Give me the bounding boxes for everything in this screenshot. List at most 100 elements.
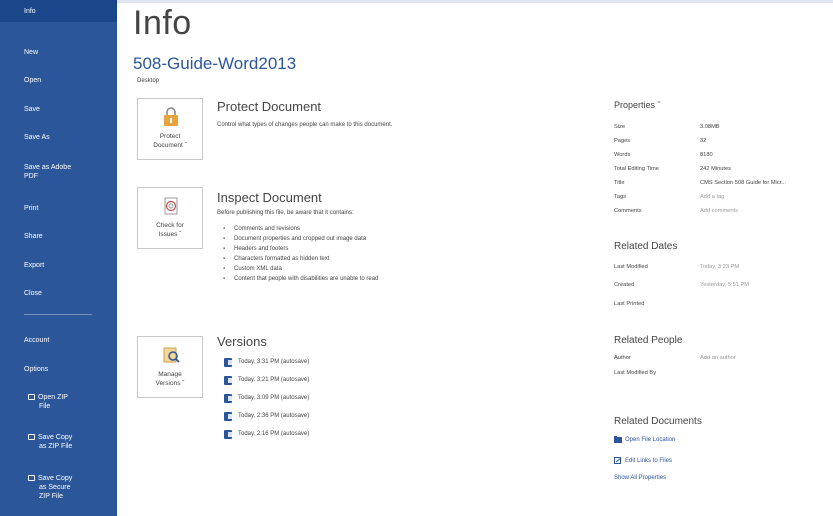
- prop-key: Size: [614, 124, 626, 130]
- version-label: Today, 3:21 PM (autosave): [238, 377, 310, 383]
- nav-save-as[interactable]: Save As: [0, 133, 117, 142]
- word-doc-icon: [224, 429, 232, 439]
- page-title: Info: [133, 4, 192, 42]
- prop-key: Comments: [614, 208, 642, 214]
- prop-key: Last Modified: [614, 264, 648, 270]
- prop-value: Today, 3:23 PM: [700, 264, 740, 270]
- prop-value: 8180: [700, 152, 713, 158]
- nav-save-copy-secure-label: Save Copy: [38, 475, 73, 482]
- nav-export[interactable]: Export: [0, 261, 117, 270]
- edit-links-label: Edit Links to Files: [625, 457, 673, 464]
- nav-print-label: Print: [24, 205, 39, 212]
- versions-tile-label-1: Manage: [158, 371, 182, 378]
- manage-versions-icon: [163, 347, 180, 363]
- nav-save[interactable]: Save: [0, 105, 117, 114]
- nav-share[interactable]: Share: [0, 232, 117, 241]
- inspect-bullet: Custom XML data: [223, 264, 378, 274]
- nav-options[interactable]: Options: [0, 365, 117, 374]
- open-file-location-label: Open File Location: [625, 436, 676, 443]
- version-item[interactable]: Today, 3:09 PM (autosave): [224, 389, 309, 407]
- nav-open-zip-file[interactable]: Open ZIP File: [0, 393, 117, 411]
- prop-size: Size 3.08MB: [614, 124, 833, 134]
- word-doc-icon: [224, 411, 232, 421]
- open-file-location-link[interactable]: Open File Location: [614, 436, 675, 443]
- check-for-issues-button[interactable]: Check for Issues ˇ: [137, 187, 203, 249]
- properties-dropdown[interactable]: Properties ˇ: [614, 100, 661, 110]
- nav-new-label: New: [24, 49, 39, 56]
- nav-account[interactable]: Account: [0, 336, 117, 345]
- inspect-bullet: Content that people with disabilities ar…: [223, 274, 378, 284]
- nav-save-as-adobe-pdf[interactable]: Save as Adobe PDF: [0, 163, 117, 181]
- nav-close-label: Close: [24, 290, 42, 297]
- nav-open[interactable]: Open: [0, 76, 117, 85]
- related-documents-title: Related Documents: [614, 416, 702, 427]
- inspect-bullet: Comments and revisions: [223, 224, 378, 234]
- prop-last-printed: Last Printed: [614, 301, 833, 311]
- nav-open-zip-label: Open ZIP: [38, 394, 68, 401]
- prop-key: Created: [614, 282, 635, 288]
- nav-print[interactable]: Print: [0, 204, 117, 213]
- version-label: Today, 2:36 PM (autosave): [238, 413, 310, 419]
- prop-key: Last Modified By: [614, 370, 657, 376]
- nav-open-label: Open: [24, 77, 42, 84]
- nav-info-label: Info: [24, 7, 36, 15]
- protect-tile-label-1: Protect: [159, 133, 181, 140]
- prop-value: 242 Minutes: [700, 166, 731, 172]
- nav-save-copy-zip-label-2: as ZIP File: [39, 443, 73, 450]
- top-border: [117, 0, 833, 3]
- link-file-icon: [614, 457, 622, 464]
- secure-zip-icon: [28, 475, 35, 482]
- add-author-field[interactable]: Add an author: [700, 355, 736, 361]
- inspect-bullet: Headers and footers: [223, 244, 378, 254]
- inspect-document-icon: [164, 197, 178, 215]
- nav-info[interactable]: Info: [0, 0, 117, 22]
- nav-share-label: Share: [24, 233, 43, 240]
- prop-editing-time: Total Editing Time 242 Minutes: [614, 166, 833, 176]
- nav-save-copy-secure-zip[interactable]: Save Copy as Secure ZIP File: [0, 474, 117, 501]
- version-item[interactable]: Today, 2:36 PM (autosave): [224, 407, 309, 425]
- prop-words: Words 8180: [614, 152, 833, 162]
- nav-save-copy-zip-label: Save Copy: [38, 434, 73, 441]
- edit-links-link[interactable]: Edit Links to Files: [614, 457, 672, 464]
- prop-value[interactable]: CMS Section 508 Guide for Micr...: [700, 180, 786, 186]
- zip-icon: [28, 434, 35, 441]
- nav-save-copy-secure-label-3: ZIP File: [39, 493, 63, 500]
- prop-last-modified-by: Last Modified By: [614, 370, 833, 380]
- inspect-bullet: Characters formatted as hidden text: [223, 254, 378, 264]
- protect-tile-label-2: Document ˇ: [153, 142, 187, 149]
- add-comments-field[interactable]: Add comments: [700, 208, 738, 214]
- backstage-sidebar: Info New Open Save Save As Save as Adobe…: [0, 0, 117, 516]
- prop-value: 32: [700, 138, 707, 144]
- nav-close[interactable]: Close: [0, 289, 117, 298]
- prop-comments: Comments Add comments: [614, 208, 833, 218]
- nav-save-label: Save: [24, 106, 40, 113]
- version-label: Today, 3:31 PM (autosave): [238, 359, 310, 365]
- prop-key: Author: [614, 355, 631, 361]
- prop-author: Author Add an author: [614, 355, 833, 365]
- version-item[interactable]: Today, 3:31 PM (autosave): [224, 353, 309, 371]
- prop-key: Last Printed: [614, 301, 645, 307]
- document-location: Desktop: [137, 78, 160, 84]
- word-doc-icon: [224, 393, 232, 403]
- zip-icon: [28, 394, 35, 401]
- prop-created: Created Yesterday, 5:51 PM: [614, 282, 833, 292]
- show-all-properties-label: Show All Properties: [614, 475, 667, 481]
- version-item[interactable]: Today, 3:21 PM (autosave): [224, 371, 309, 389]
- inspect-bullet: Document properties and cropped out imag…: [223, 234, 378, 244]
- protect-document-desc: Control what types of changes people can…: [217, 122, 393, 128]
- prop-value: 3.08MB: [700, 124, 720, 130]
- add-tag-field[interactable]: Add a tag: [700, 194, 724, 200]
- prop-tags: Tags Add a tag: [614, 194, 833, 204]
- version-item[interactable]: Today, 2:16 PM (autosave): [224, 425, 309, 443]
- versions-tile-label-2: Versions ˇ: [155, 380, 185, 387]
- nav-save-as-adobe-pdf-label-2: PDF: [24, 173, 38, 180]
- show-all-properties-link[interactable]: Show All Properties: [614, 475, 666, 481]
- manage-versions-button[interactable]: Manage Versions ˇ: [137, 336, 203, 398]
- inspect-tile-label-1: Check for: [156, 222, 184, 229]
- protect-document-button[interactable]: Protect Document ˇ: [137, 98, 203, 160]
- nav-save-copy-zip[interactable]: Save Copy as ZIP File: [0, 433, 117, 451]
- nav-new[interactable]: New: [0, 48, 117, 57]
- inspect-bullet-list: Comments and revisions Document properti…: [223, 224, 378, 284]
- inspect-tile-label-2: Issues ˇ: [158, 231, 182, 238]
- version-label: Today, 3:09 PM (autosave): [238, 395, 310, 401]
